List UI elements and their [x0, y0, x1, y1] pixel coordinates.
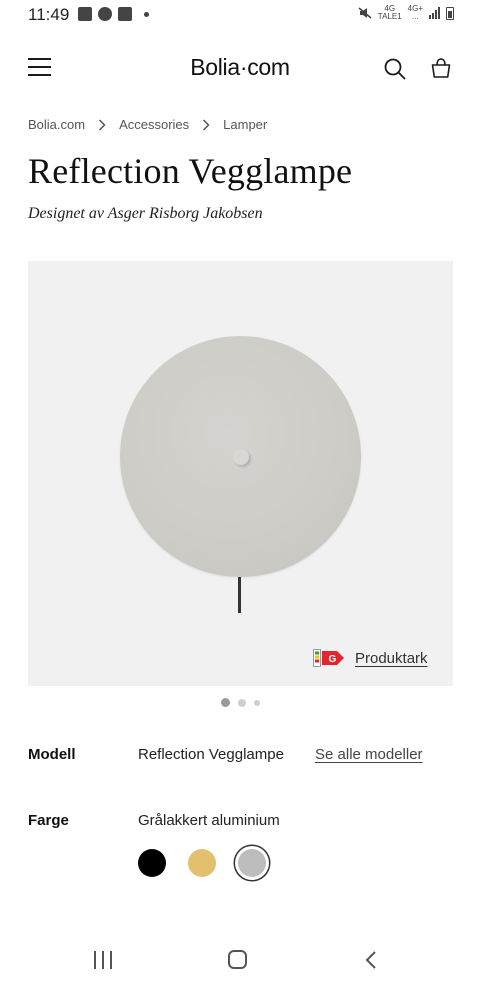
chevron-right-icon	[203, 118, 210, 131]
model-value: Reflection Vegglampe	[138, 746, 284, 763]
color-value: Grålakkert aluminium	[138, 812, 280, 829]
search-icon[interactable]	[384, 58, 406, 80]
breadcrumb-lamps[interactable]: Lamper	[223, 117, 267, 132]
datasheet-link[interactable]: G Produktark	[313, 649, 428, 667]
page-title: Reflection Vegglampe	[28, 151, 353, 191]
site-header: Bolia·com	[0, 48, 480, 88]
system-icons: 4G TALE1 4G+ ...	[358, 5, 454, 21]
designer-credit: Designet av Asger Risborg Jakobsen	[28, 205, 263, 222]
status-time: 11:49	[28, 5, 70, 24]
carousel-dot-3[interactable]	[253, 699, 260, 706]
more-notifications-icon	[144, 11, 149, 17]
messenger-notification-icon	[98, 7, 112, 21]
datasheet-label[interactable]: Produktark	[355, 650, 428, 667]
carousel-dot-1[interactable]	[220, 698, 230, 707]
chevron-right-icon	[99, 118, 106, 131]
network-2: 4G+ ...	[408, 5, 423, 21]
network-2-carrier: ...	[411, 12, 419, 21]
model-label: Modell	[28, 746, 76, 763]
breadcrumb-home[interactable]: Bolia.com	[28, 117, 85, 132]
lamp-cord	[238, 577, 241, 613]
swatch-black[interactable]	[138, 849, 166, 877]
app-notification-icon	[118, 7, 132, 21]
status-bar: 11:49 4G TALE1 4G+ ...	[0, 0, 480, 30]
signal-icon	[429, 7, 440, 19]
swatch-brass[interactable]	[188, 849, 216, 877]
color-label: Farge	[28, 812, 69, 829]
system-navigation-bar	[0, 940, 480, 987]
battery-icon	[446, 6, 454, 20]
recent-apps-icon[interactable]	[94, 951, 112, 969]
energy-label-icon: G	[313, 649, 344, 667]
brand-logo[interactable]: Bolia·com	[0, 54, 480, 81]
energy-class: G	[329, 654, 337, 665]
mute-icon	[358, 7, 372, 19]
breadcrumb-accessories[interactable]: Accessories	[119, 117, 189, 132]
gallery-notification-icon	[78, 7, 92, 21]
back-icon[interactable]	[364, 950, 378, 970]
color-swatches	[138, 849, 266, 877]
product-image[interactable]: G Produktark	[28, 261, 453, 686]
network-1-carrier: TALE1	[377, 12, 402, 21]
shopping-bag-icon[interactable]	[430, 57, 452, 79]
network-1: 4G TALE1	[378, 5, 402, 21]
lamp-knob	[233, 449, 249, 465]
image-carousel-dots	[0, 698, 480, 707]
swatch-grey-aluminium[interactable]	[238, 849, 266, 877]
breadcrumb: Bolia.com Accessories Lamper	[28, 117, 267, 132]
see-all-models-link[interactable]: Se alle modeller	[315, 746, 423, 763]
notification-icons	[78, 7, 149, 21]
home-icon[interactable]	[228, 950, 247, 969]
carousel-dot-2[interactable]	[237, 698, 246, 707]
